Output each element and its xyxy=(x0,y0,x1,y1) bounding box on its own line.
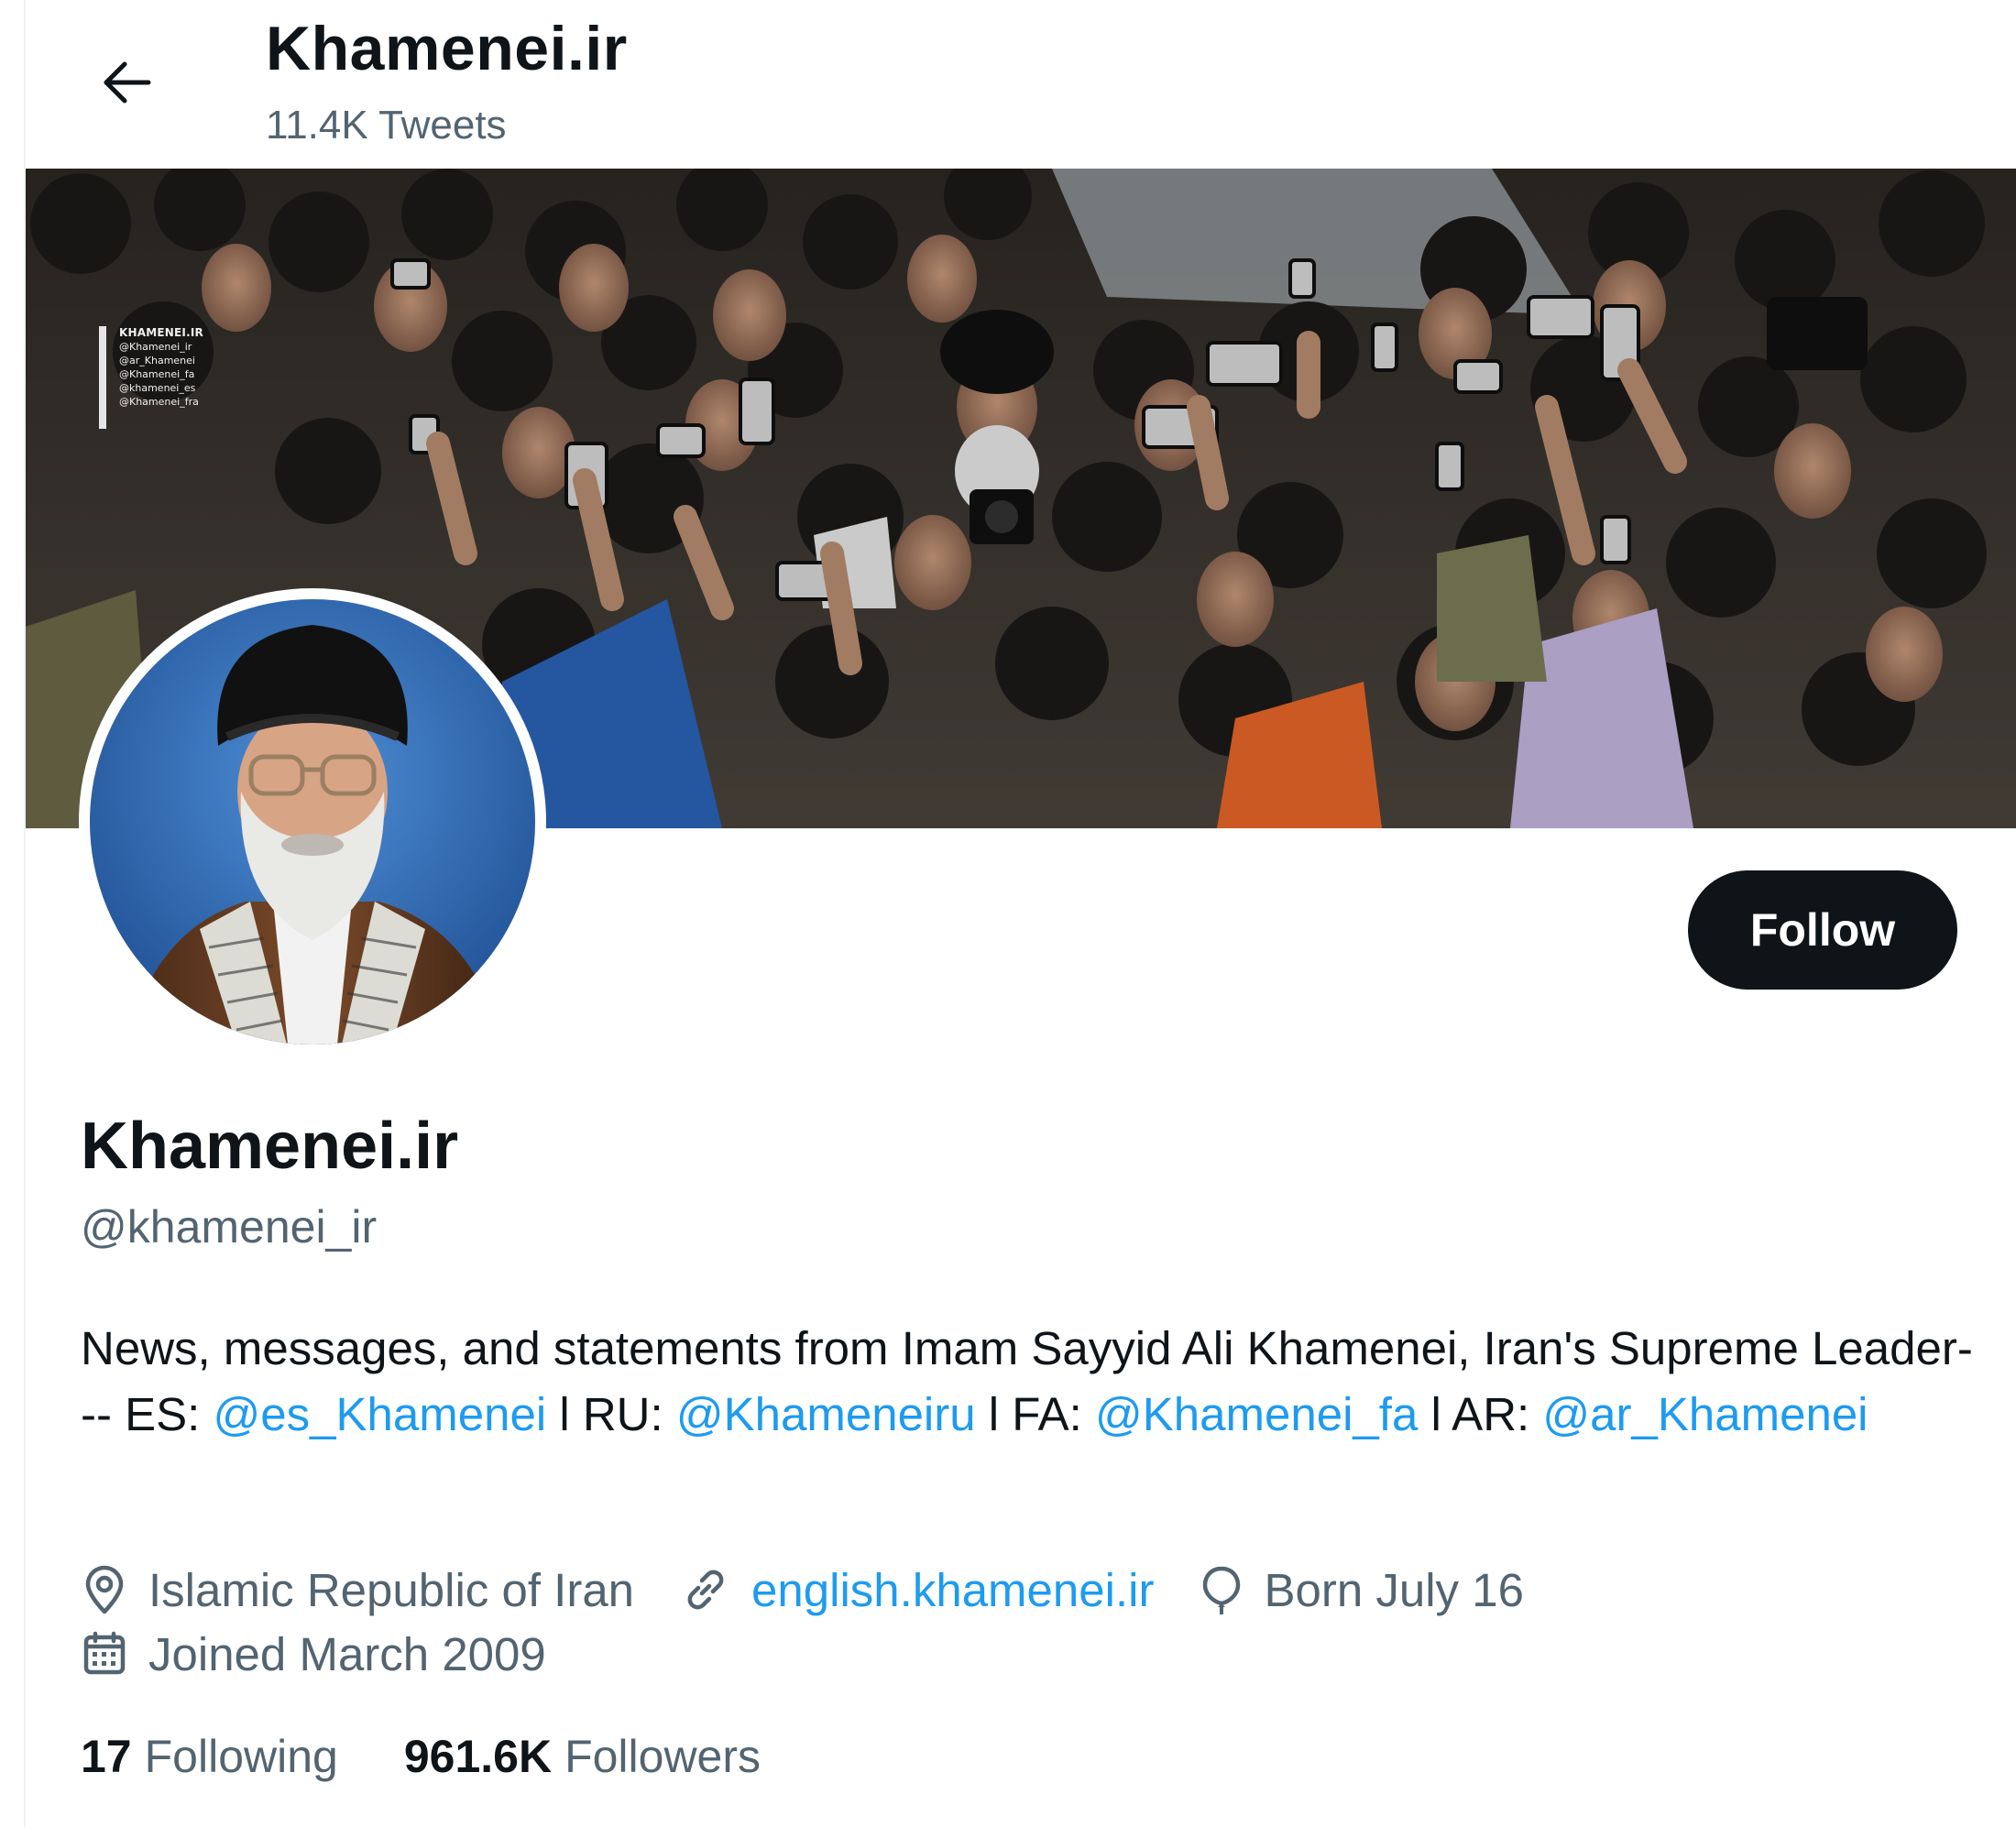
bio-text: l AR: xyxy=(1418,1388,1543,1440)
follow-button[interactable]: Follow xyxy=(1688,870,1957,990)
back-button[interactable] xyxy=(81,37,172,128)
location-item: Islamic Republic of Iran xyxy=(81,1563,634,1617)
calendar-icon xyxy=(83,1631,126,1675)
profile-page: Khamenei.ir 11.4K Tweets KHAMENEI.IR @Kh… xyxy=(24,0,2016,1827)
followers-link[interactable]: 961.6K Followers xyxy=(404,1730,761,1783)
website-link[interactable]: english.khamenei.ir xyxy=(751,1563,1154,1617)
watermark-handle: @Khamenei_ir xyxy=(119,341,192,353)
watermark-handle: @ar_Khamenei xyxy=(119,355,195,366)
avatar[interactable] xyxy=(79,588,546,1056)
followers-label: Followers xyxy=(564,1731,761,1782)
watermark-handle: @Khamenei_fra xyxy=(119,396,199,408)
joined-item: Joined March 2009 xyxy=(81,1627,546,1681)
followers-count: 961.6K xyxy=(403,1731,553,1782)
website-item: english.khamenei.ir xyxy=(680,1563,1154,1617)
birthday-item: Born July 16 xyxy=(1200,1563,1524,1617)
profile-name: Khamenei.ir xyxy=(81,1110,459,1183)
arrow-left-icon xyxy=(104,61,151,104)
balloon-icon xyxy=(1203,1566,1241,1614)
following-link[interactable]: 17 Following xyxy=(81,1730,338,1783)
profile-meta: Islamic Republic of Iran english.khamene… xyxy=(81,1558,1570,1622)
tweets-count: 11.4K Tweets xyxy=(266,103,507,148)
watermark-handle: @khamenei_es xyxy=(119,382,196,394)
header-title: Khamenei.ir xyxy=(266,14,628,83)
bio-link-fa[interactable]: @Khamenei_fa xyxy=(1095,1388,1418,1440)
location-pin-icon xyxy=(85,1565,124,1614)
bio-text: l RU: xyxy=(546,1388,676,1440)
profile-meta-joined: Joined March 2009 xyxy=(81,1622,592,1686)
watermark-handle: @Khamenei_fa xyxy=(119,368,195,380)
avatar-portrait xyxy=(90,599,535,1045)
banner-watermark: KHAMENEI.IR @Khamenei_ir @ar_Khamenei @K… xyxy=(99,326,236,429)
follow-stats: 17 Following 961.6K Followers xyxy=(81,1723,827,1790)
link-icon xyxy=(687,1570,724,1610)
bio-link-ru[interactable]: @Khameneiru xyxy=(676,1388,976,1440)
location-text: Islamic Republic of Iran xyxy=(148,1563,635,1616)
joined-text: Joined March 2009 xyxy=(148,1627,546,1680)
birthday-text: Born July 16 xyxy=(1264,1563,1524,1616)
watermark-title: KHAMENEI.IR xyxy=(119,326,203,339)
profile-handle: @khamenei_ir xyxy=(81,1201,378,1253)
bio-link-es[interactable]: @es_Khamenei xyxy=(214,1388,547,1440)
bio-link-ar[interactable]: @ar_Khamenei xyxy=(1542,1388,1868,1440)
following-label: Following xyxy=(144,1731,338,1782)
profile-bio: News, messages, and statements from Imam… xyxy=(81,1316,1987,1448)
bio-text: l FA: xyxy=(975,1388,1095,1440)
following-count: 17 xyxy=(81,1731,132,1782)
